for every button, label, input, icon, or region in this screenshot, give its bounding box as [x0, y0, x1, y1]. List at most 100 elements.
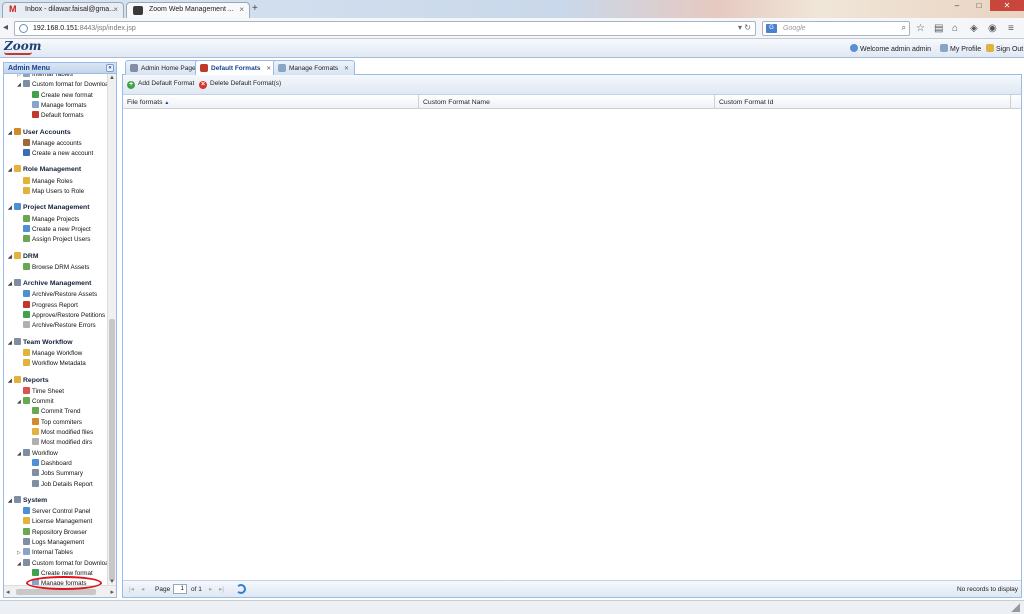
close-tab-icon[interactable]: ✕	[266, 66, 271, 72]
scroll-up-icon[interactable]: ▲	[109, 75, 115, 81]
scroll-thumb[interactable]	[16, 589, 96, 595]
sidebar-item[interactable]: Manage accounts	[17, 138, 82, 149]
home-icon[interactable]: ⌂	[952, 23, 958, 34]
workflow-icon	[14, 337, 21, 345]
new-tab-button[interactable]: +	[252, 3, 258, 14]
tab-admin-home[interactable]: Admin Home Page	[125, 60, 202, 75]
google-icon[interactable]: G	[766, 24, 777, 33]
column-custom-format-name[interactable]: Custom Format Name	[419, 95, 715, 109]
page-number-input[interactable]: 1	[173, 584, 187, 594]
sidebar-item[interactable]: Top commiters	[26, 417, 82, 428]
sidebar-item[interactable]: Repository Browser	[17, 527, 87, 538]
sidebar-item[interactable]: ◢ Role Management	[8, 165, 81, 175]
column-custom-format-id[interactable]: Custom Format Id	[715, 95, 1011, 109]
sidebar-item[interactable]: Create new format	[26, 90, 93, 101]
sidebar-item[interactable]: ◢ Reports	[8, 375, 49, 386]
column-file-formats[interactable]: File formats ▲	[123, 95, 419, 109]
resize-grip-icon[interactable]	[1011, 603, 1020, 612]
sidebar-item[interactable]: ◢ Team Workflow	[8, 337, 73, 348]
addon-icon[interactable]: ◈	[970, 23, 978, 34]
sidebar-item[interactable]: Logs Management	[17, 538, 84, 548]
sidebar-item[interactable]: Server Control Panel	[17, 507, 90, 517]
archive-icon	[14, 279, 21, 287]
scroll-thumb[interactable]	[109, 319, 115, 581]
back-icon[interactable]: ◂	[3, 22, 8, 33]
list-icon	[32, 100, 39, 108]
sidebar-item[interactable]: Approve/Restore Petitions	[17, 311, 105, 321]
last-page-icon[interactable]: ▸|	[219, 585, 224, 593]
collapse-panel-button[interactable]: «	[106, 64, 114, 72]
sidebar-item[interactable]: Progress Report	[17, 300, 78, 311]
add-default-format-button[interactable]: + Add Default Format	[127, 80, 194, 89]
sidebar-item[interactable]: Job Details Report	[26, 479, 93, 490]
sidebar-item-label: Manage accounts	[32, 139, 82, 147]
sidebar-item[interactable]: ◢ System	[8, 495, 47, 506]
delete-default-format-button[interactable]: × Delete Default Format(s)	[199, 80, 281, 89]
sidebar-item[interactable]: ◢ Workflow	[17, 448, 58, 459]
sidebar-item[interactable]: Default formats	[26, 111, 84, 121]
close-window-button[interactable]: ✕	[990, 0, 1024, 11]
sidebar-item[interactable]: ◢ Commit	[17, 397, 54, 407]
close-tab-icon[interactable]: ×	[239, 5, 244, 14]
tab-default-formats[interactable]: Default Formats ✕	[195, 60, 278, 76]
sidebar-item[interactable]: Commit Trend	[26, 407, 81, 417]
sidebar-item[interactable]: Manage Workflow	[17, 348, 82, 359]
prev-page-icon[interactable]: ◂	[141, 585, 144, 593]
sidebar-item[interactable]: Map Users to Role	[17, 187, 84, 197]
first-page-icon[interactable]: |◂	[129, 585, 134, 593]
sign-out-link[interactable]: Sign Out	[986, 44, 1023, 53]
page-label: Page	[155, 586, 171, 593]
job-details-icon	[32, 479, 39, 487]
vertical-scrollbar[interactable]: ▲ ▼	[107, 74, 116, 586]
sidebar-item[interactable]: ▷ Internal Tables	[17, 74, 73, 80]
sidebar-item[interactable]: Time Sheet	[17, 386, 64, 397]
users-icon	[14, 127, 21, 135]
close-tab-icon[interactable]: ✕	[344, 66, 349, 72]
maximize-button[interactable]: □	[968, 0, 990, 11]
browser-tab-zoom[interactable]: Zoom Web Management ... ×	[126, 2, 250, 18]
sidebar-item[interactable]: ◢ Custom format for Downloa	[17, 80, 108, 90]
tab-manage-formats[interactable]: Manage Formats ✕	[273, 60, 355, 75]
sidebar-item[interactable]: Manage Roles	[17, 176, 73, 187]
address-text[interactable]: 192.168.0.151:8443/jsp/index.jsp	[33, 25, 136, 32]
reload-icon[interactable]: ▾ ↻	[738, 23, 751, 32]
sidebar-item[interactable]: ◢ User Accounts	[8, 127, 71, 138]
star-icon[interactable]: ☆	[916, 23, 925, 34]
sidebar-item[interactable]: Jobs Summary	[26, 469, 83, 479]
sidebar-item[interactable]: Most modified files	[26, 428, 93, 438]
sidebar-item[interactable]: Browse DRM Assets	[17, 262, 89, 273]
sidebar-item[interactable]: Create a new Project	[17, 224, 91, 235]
search-bar[interactable]: G Google ⌕	[762, 21, 910, 36]
sidebar-item[interactable]: Archive/Restore Errors	[17, 321, 96, 331]
scroll-left-icon[interactable]: ◂	[6, 588, 10, 596]
sidebar-item[interactable]: Archive/Restore Assets	[17, 290, 97, 300]
sidebar-item[interactable]: Manage Projects	[17, 214, 79, 225]
sidebar-item[interactable]: Workflow Metadata	[17, 359, 86, 369]
close-tab-icon[interactable]: ×	[113, 5, 118, 14]
sidebar-item[interactable]: Manage formats	[26, 100, 87, 111]
minimize-button[interactable]: –	[946, 0, 968, 11]
sidebar-item[interactable]: Dashboard	[26, 458, 72, 469]
sidebar-item[interactable]: ◢ Archive Management	[8, 279, 91, 289]
add-icon: +	[127, 81, 135, 89]
sidebar-item[interactable]: ▷ Internal Tables	[17, 548, 73, 558]
sidebar-item[interactable]: License Management	[17, 517, 92, 527]
sidebar-item[interactable]: Create a new account	[17, 149, 93, 159]
sync-icon[interactable]: ◉	[988, 23, 997, 34]
address-bar[interactable]: 192.168.0.151:8443/jsp/index.jsp ▾ ↻	[14, 21, 756, 36]
scroll-right-icon[interactable]: ▸	[110, 588, 114, 596]
sidebar-item[interactable]: Assign Project Users	[17, 235, 90, 245]
my-profile-link[interactable]: My Profile	[940, 44, 981, 53]
sidebar-item[interactable]: ◢ DRM	[8, 251, 38, 262]
new-project-icon	[23, 224, 30, 232]
next-page-icon[interactable]: ▸	[209, 585, 212, 593]
refresh-icon[interactable]	[236, 584, 246, 594]
admin-menu-title: Admin Menu	[8, 65, 50, 72]
browser-tab-gmail[interactable]: M Inbox - dilawar.faisal@gma... ×	[2, 2, 124, 18]
sidebar-item[interactable]: Most modified dirs	[26, 438, 92, 448]
sidebar-item[interactable]: ◢ Project Management	[8, 203, 89, 213]
bookmarks-icon[interactable]: ▤	[934, 23, 943, 34]
sidebar-item[interactable]: ◢ Custom format for Downloa	[17, 558, 108, 569]
menu-icon[interactable]: ≡	[1008, 23, 1014, 34]
search-icon[interactable]: ⌕	[902, 23, 906, 33]
